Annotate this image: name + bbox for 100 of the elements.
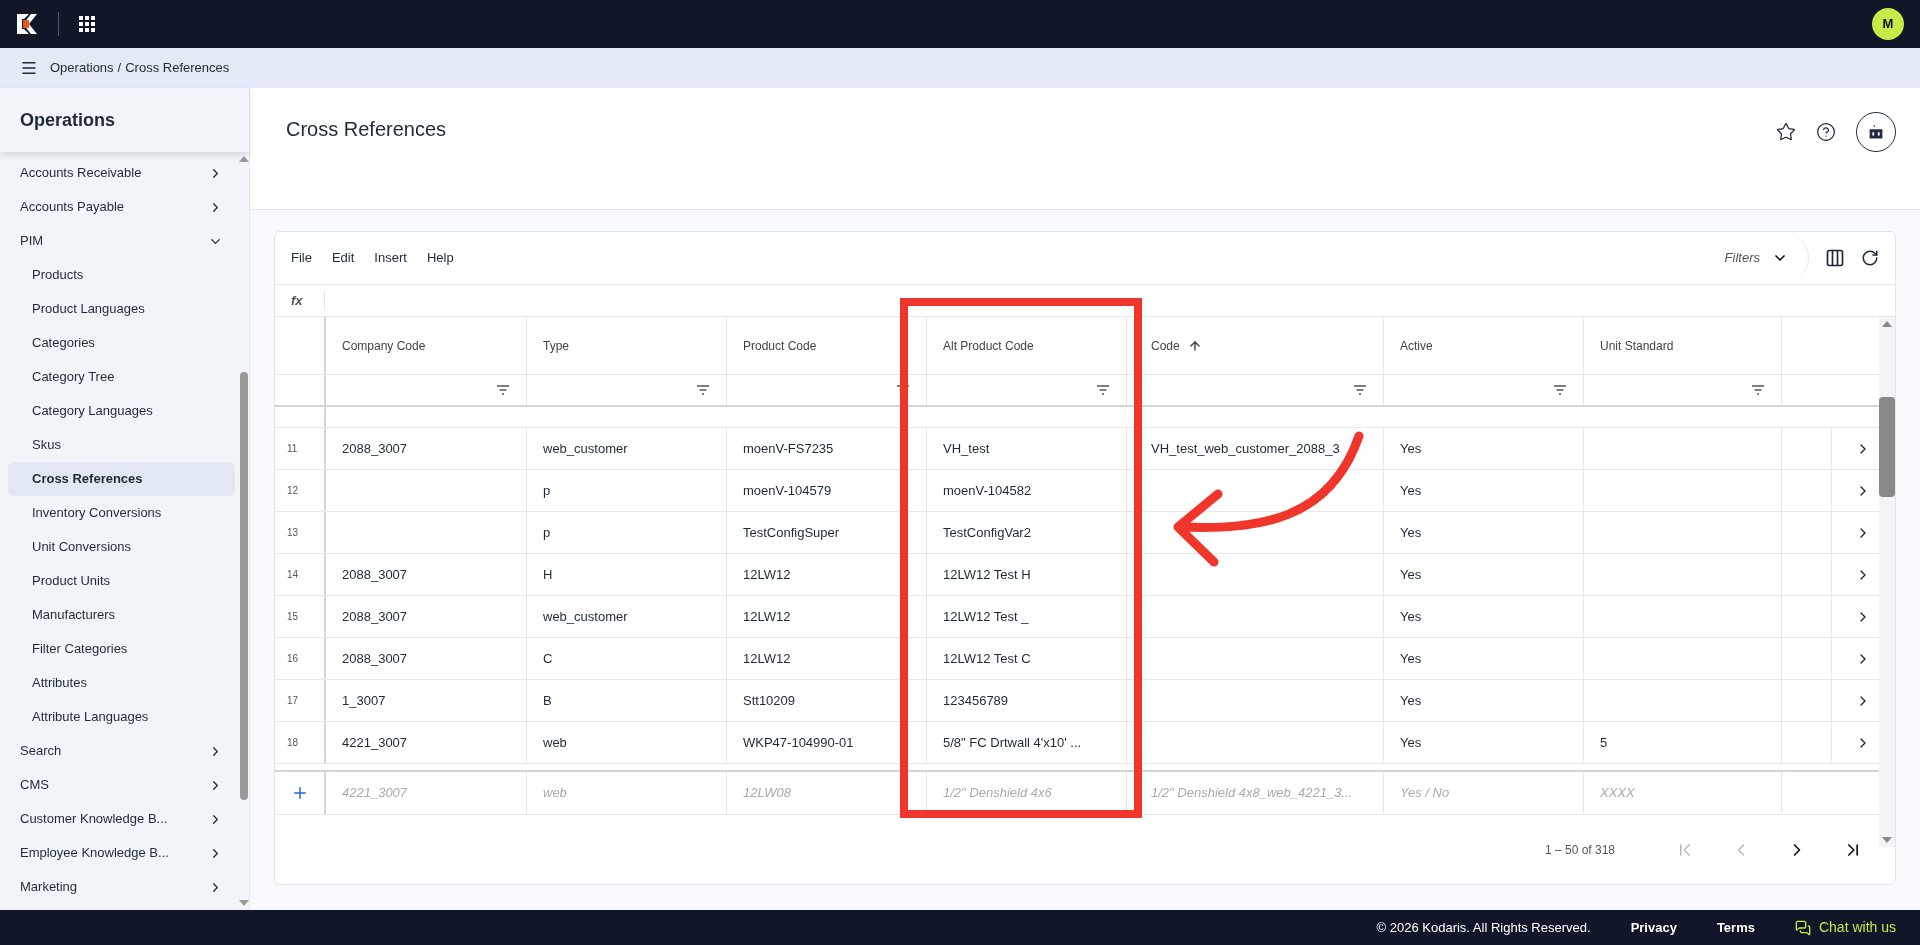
new-row-field[interactable]: web	[543, 783, 726, 803]
table-cell-text: 12LW12 Test H	[943, 565, 1031, 584]
scrollbar-thumb[interactable]	[1879, 397, 1895, 497]
filter-icon[interactable]	[1096, 385, 1110, 395]
chat-button[interactable]: Chat with us	[1794, 917, 1896, 938]
table-cell-text: TestConfigSuper	[743, 523, 840, 542]
table-cell-text: moenV-104579	[743, 481, 832, 500]
sidebar-subitem[interactable]: Product Units	[8, 564, 235, 598]
column-header[interactable]: Product Code	[743, 336, 817, 355]
new-row-field[interactable]: 4221_3007	[342, 783, 526, 803]
new-row-field[interactable]: 1/2" Denshield 4x6	[943, 783, 1126, 803]
table-cell-text: 2088_3007	[342, 565, 408, 584]
sidebar-item[interactable]: Accounts Receivable	[8, 156, 235, 190]
table-cell-text: H	[543, 565, 553, 584]
table-cell-text: 12LW12 Test _	[943, 607, 1029, 626]
table-cell-text: Yes	[1400, 607, 1422, 626]
row-number: 11	[287, 442, 298, 456]
sidebar-subitem[interactable]: Filter Categories	[8, 632, 235, 666]
columns-icon[interactable]	[1825, 248, 1845, 268]
filters-dropdown[interactable]: Filters	[1704, 232, 1809, 284]
column-header[interactable]: Code	[1151, 336, 1202, 355]
sidebar-subitem[interactable]: Skus	[8, 428, 235, 462]
formula-label: fx	[275, 290, 325, 311]
new-row-field[interactable]: Yes / No	[1400, 783, 1583, 803]
filter-icon[interactable]	[696, 385, 710, 395]
menu-item[interactable]: Edit	[331, 248, 355, 268]
sidebar-subitem[interactable]: Unit Conversions	[8, 530, 235, 564]
menu-item[interactable]: Insert	[374, 248, 407, 268]
column-header[interactable]: Active	[1400, 336, 1433, 355]
table-cell-text: 12LW12 Test C	[943, 649, 1031, 668]
refresh-icon[interactable]	[1861, 249, 1879, 267]
sidebar-item[interactable]: Accounts Payable	[8, 190, 235, 224]
user-avatar[interactable]: M	[1872, 8, 1904, 40]
sidebar-subitem[interactable]: Category Tree	[8, 360, 235, 394]
table-cell-text: WKP47-104990-01	[743, 733, 854, 752]
help-icon[interactable]	[1816, 122, 1836, 142]
column-header[interactable]: Alt Product Code	[943, 336, 1034, 355]
table-cell-text: moenV-FS7235	[743, 439, 834, 458]
new-row-field[interactable]: 12LW08	[743, 783, 926, 803]
sidebar-subitem[interactable]: Product Languages	[8, 292, 235, 326]
scroll-down-icon[interactable]	[1882, 837, 1892, 843]
apps-grid-icon[interactable]	[79, 16, 95, 32]
table-cell-text: Yes	[1400, 733, 1422, 752]
page-title: Cross References	[286, 117, 447, 142]
column-header[interactable]: Type	[543, 336, 569, 355]
menu-icon[interactable]	[20, 59, 38, 77]
sidebar-item[interactable]: Customer Knowledge B...	[8, 802, 235, 836]
favorite-star-icon[interactable]	[1776, 122, 1796, 142]
filter-icon[interactable]	[1553, 385, 1567, 395]
new-row-field[interactable]: XXXX	[1600, 783, 1781, 803]
sidebar-item[interactable]: PIM	[8, 224, 235, 258]
table-cell-text: Yes	[1400, 565, 1422, 584]
logo-icon[interactable]	[16, 13, 38, 35]
menu-item[interactable]: File	[291, 248, 312, 268]
menu-item[interactable]: Help	[426, 248, 454, 268]
copyright-text: © 2026 Kodaris. All Rights Reserved.	[1376, 918, 1591, 937]
table-cell-text: Yes	[1400, 523, 1422, 542]
footer-link[interactable]: Terms	[1716, 917, 1755, 938]
sidebar-subitem[interactable]: Inventory Conversions	[8, 496, 235, 530]
row-number: 15	[287, 610, 299, 624]
table-cell-text: 12LW12	[743, 565, 791, 584]
sidebar-subitem[interactable]: Manufacturers	[8, 598, 235, 632]
sidebar-item[interactable]: Search	[8, 734, 235, 768]
table-cell-text: 2088_3007	[342, 439, 408, 458]
sidebar-subitem[interactable]: Products	[8, 258, 235, 292]
table-cell-text: Yes	[1400, 481, 1422, 500]
column-header[interactable]: Company Code	[342, 336, 426, 355]
sidebar-item[interactable]: CMS	[8, 768, 235, 802]
sidebar-item[interactable]: Employee Knowledge B...	[8, 836, 235, 870]
row-number: 14	[287, 568, 299, 582]
sidebar-subitem[interactable]: Categories	[8, 326, 235, 360]
filter-icon[interactable]	[496, 385, 510, 395]
sidebar-subitem[interactable]: Attributes	[8, 666, 235, 700]
table-cell-text: Yes	[1400, 691, 1422, 710]
footer-link[interactable]: Privacy	[1630, 917, 1677, 938]
table-cell-text: 1_3007	[342, 691, 386, 710]
table-cell-text: web_customer	[543, 607, 628, 626]
sidebar-subitem[interactable]: Category Languages	[8, 394, 235, 428]
filter-icon[interactable]	[1353, 385, 1367, 395]
table-cell-text: VH_test	[943, 439, 990, 458]
sidebar-subitem[interactable]: Attribute Languages	[8, 700, 235, 734]
table-cell-text: Stt10209	[743, 691, 796, 710]
table-cell-text: 2088_3007	[342, 607, 408, 626]
table-cell-text: moenV-104582	[943, 481, 1032, 500]
filter-icon[interactable]	[1751, 385, 1765, 395]
row-number: 12	[287, 484, 299, 498]
breadcrumb-item[interactable]: Operations	[50, 58, 114, 78]
table-cell-text: Yes	[1400, 439, 1422, 458]
sidebar-subitem[interactable]: Cross References	[8, 462, 235, 496]
table-cell-text: web	[543, 733, 567, 752]
column-header[interactable]: Unit Standard	[1600, 336, 1674, 355]
row-number: 18	[287, 736, 299, 750]
pagination-range: 1 – 50 of 318	[1544, 841, 1615, 859]
scrollbar-thumb[interactable]	[240, 372, 248, 800]
sidebar-item[interactable]: Marketing	[8, 870, 235, 904]
scroll-up-icon[interactable]	[1882, 321, 1892, 327]
table-cell-text: C	[543, 649, 553, 668]
table-cell-text: 123456789	[943, 691, 1009, 710]
new-row-field[interactable]: 1/2" Denshield 4x8_web_4221_3...	[1151, 783, 1383, 803]
table-cell-text: p	[543, 523, 551, 542]
